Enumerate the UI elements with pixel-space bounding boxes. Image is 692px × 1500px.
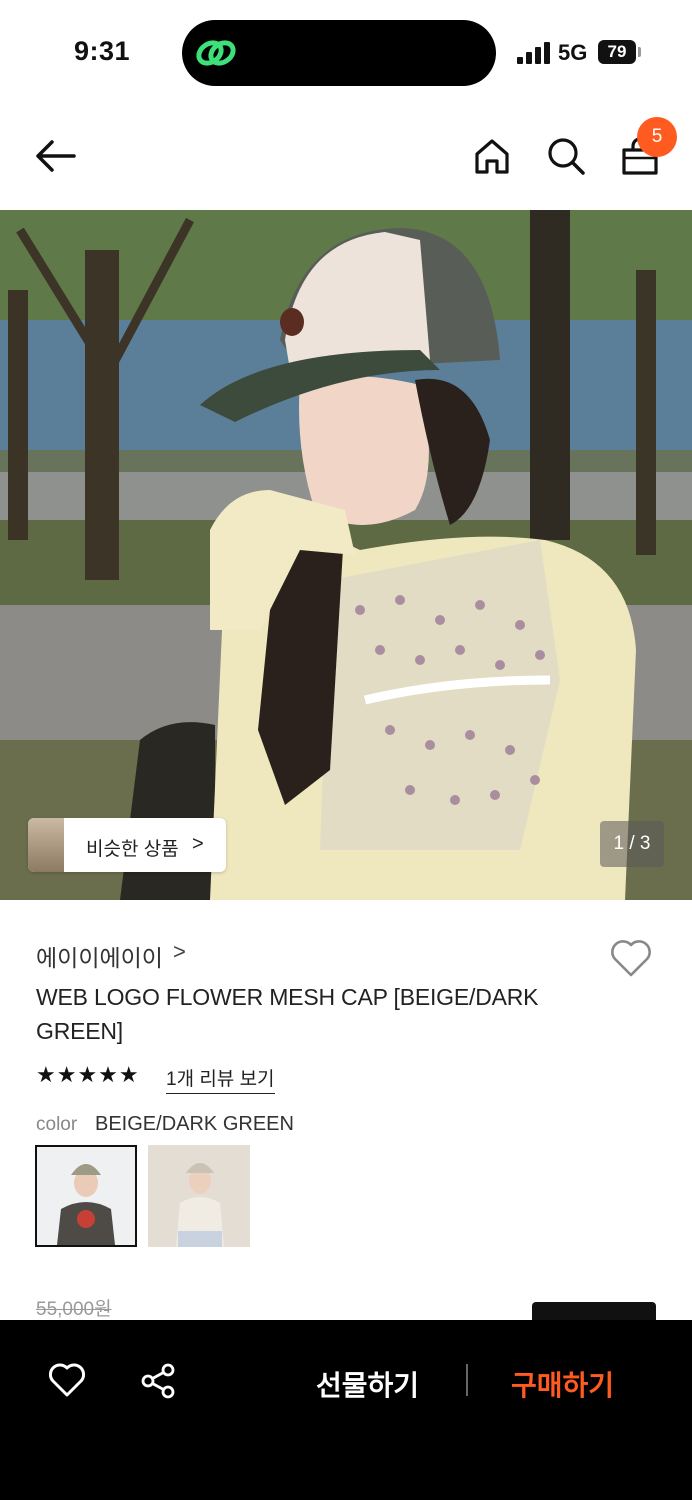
share-icon[interactable] [139, 1362, 177, 1400]
bottom-action-bar: 선물하기 구매하기 [0, 1320, 692, 1500]
color-value: BEIGE/DARK GREEN [95, 1113, 294, 1135]
status-bar: 9:31 5G 79 [0, 0, 692, 100]
similar-products-label: 비슷한 상품 [86, 839, 179, 860]
signal-icon [517, 42, 550, 64]
search-icon[interactable] [546, 136, 586, 176]
similar-products-button[interactable]: 비슷한 상품 > [28, 818, 226, 872]
action-divider [466, 1364, 468, 1396]
reviews-link[interactable]: 1개 리뷰 보기 [166, 1064, 275, 1094]
network-type: 5G [558, 40, 588, 65]
brand-chevron-icon[interactable]: > [173, 939, 186, 965]
rating-stars: ★★★★★ [36, 1062, 140, 1087]
cart-count-badge: 5 [637, 117, 677, 157]
product-title: WEB LOGO FLOWER MESH CAP [BEIGE/DARK GRE… [36, 984, 539, 1044]
battery-icon: 79 [598, 40, 636, 64]
color-option-1-image [37, 1147, 135, 1245]
color-option-1[interactable] [35, 1145, 137, 1247]
color-label: color [36, 1114, 78, 1135]
gift-button[interactable]: 선물하기 [316, 1364, 419, 1404]
similar-products-thumbnail [28, 818, 64, 872]
battery-nub [638, 47, 641, 57]
original-price: 55,000원 [36, 1299, 112, 1320]
home-icon[interactable] [472, 136, 512, 176]
status-time: 9:31 [74, 36, 131, 66]
chevron-right-icon: > [192, 833, 204, 855]
color-option-2-image [148, 1145, 250, 1247]
color-option-2[interactable] [148, 1145, 250, 1247]
brand-name-link[interactable]: 에이이에이이 [36, 939, 163, 973]
heart-icon[interactable] [609, 938, 653, 978]
image-pager: 1 / 3 [600, 821, 664, 867]
heart-icon[interactable] [48, 1362, 86, 1398]
back-arrow-icon[interactable] [34, 138, 78, 174]
top-nav: 5 [0, 100, 692, 210]
product-photo [0, 210, 692, 900]
product-hero-image[interactable]: 비슷한 상품 > 1 / 3 [0, 210, 692, 900]
buy-button[interactable]: 구매하기 [511, 1364, 614, 1404]
app-link-icon [196, 40, 236, 66]
